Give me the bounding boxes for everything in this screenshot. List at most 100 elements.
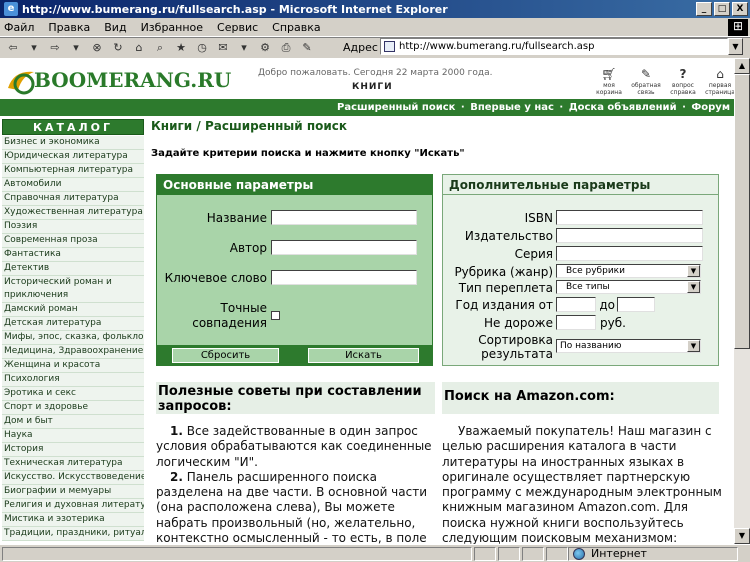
menu-help[interactable]: Справка	[272, 21, 320, 34]
address-url: http://www.bumerang.ru/fullsearch.asp	[399, 41, 595, 52]
print-icon[interactable]: ⎙	[277, 40, 295, 56]
close-button[interactable]: X	[732, 2, 748, 16]
address-input[interactable]: http://www.bumerang.ru/fullsearch.asp	[380, 38, 728, 55]
catalog-item[interactable]: Женщина и красота	[2, 359, 144, 373]
keyword-input[interactable]	[271, 270, 417, 285]
tip-2: 2. Панель расширенного поиска разделена …	[156, 470, 432, 544]
mail-dropdown-icon[interactable]: ▾	[235, 40, 253, 56]
nav-advanced-search[interactable]: Расширенный поиск	[337, 102, 455, 113]
sort-label: Сортировка результата	[443, 333, 553, 361]
catalog-item[interactable]: Спорт и здоровье	[2, 401, 144, 415]
catalog-item[interactable]: Детская литература	[2, 317, 144, 331]
chevron-down-icon[interactable]: ▼	[687, 281, 700, 293]
menu-bar: Файл Правка Вид Избранное Сервис Справка	[0, 18, 750, 37]
catalog-item[interactable]: Искусство. Искусствоведение	[2, 471, 144, 485]
catalog-item[interactable]: Компьютерная литература	[2, 164, 144, 178]
page-title-books[interactable]: Книги	[151, 119, 192, 133]
search-icon[interactable]: ⌕	[151, 40, 169, 56]
scroll-down-icon[interactable]: ▼	[734, 528, 750, 544]
catalog-item[interactable]: Медицина, Здравоохранение	[2, 345, 144, 359]
vertical-scrollbar[interactable]: ▲ ▼	[734, 58, 750, 544]
series-input[interactable]	[556, 246, 703, 261]
status-cell	[522, 546, 544, 561]
home-page-link[interactable]: ⌂ первая страница	[703, 66, 734, 96]
home-icon[interactable]: ⌂	[130, 40, 148, 56]
search-button[interactable]: Искать	[308, 348, 419, 363]
main-params-title: Основные параметры	[157, 175, 432, 195]
catalog-item[interactable]: Фантастика	[2, 248, 144, 262]
menu-tools[interactable]: Сервис	[217, 21, 258, 34]
minimize-button[interactable]: _	[696, 2, 712, 16]
catalog-item[interactable]: История	[2, 443, 144, 457]
feedback-link[interactable]: ✎ обратная связь	[629, 66, 663, 96]
catalog-item[interactable]: Справочная литература	[2, 192, 144, 206]
cart-link[interactable]: 🛒︎ моя корзина	[592, 66, 626, 96]
binding-select[interactable]: Все типы ▼	[556, 280, 701, 294]
amazon-body: Уважаемый покупатель! Наш магазин с цель…	[442, 424, 722, 544]
catalog-item[interactable]: Традиции, праздники, ритуалы	[2, 527, 144, 541]
catalog-item[interactable]: Наука	[2, 429, 144, 443]
title-input[interactable]	[271, 210, 417, 225]
catalog-item[interactable]: Юридическая литература	[2, 150, 144, 164]
nav-forum[interactable]: Форум	[691, 102, 730, 113]
catalog-item[interactable]: Религия и духовная литература	[2, 499, 144, 513]
catalog-item[interactable]: Дамский роман	[2, 303, 144, 317]
sort-select[interactable]: По названию ▼	[556, 339, 701, 353]
tip-1-text: Все задействованные в один запрос услови…	[156, 424, 432, 469]
exact-match-checkbox[interactable]	[271, 311, 280, 320]
nav-bar: Расширенный поиск · Впервые у нас · Доск…	[0, 99, 734, 116]
status-cell	[546, 546, 568, 561]
catalog-item[interactable]: Автомобили	[2, 178, 144, 192]
year-from-input[interactable]	[556, 297, 596, 312]
catalog-item[interactable]: Поэзия	[2, 220, 144, 234]
scroll-thumb[interactable]	[734, 74, 750, 349]
catalog-item[interactable]: Бизнес и экономика	[2, 136, 144, 150]
catalog-item[interactable]: Детектив	[2, 262, 144, 276]
favorites-icon[interactable]: ★	[172, 40, 190, 56]
catalog-item[interactable]: Художественная литература	[2, 206, 144, 220]
catalog-item[interactable]: Мистика и эзотерика	[2, 513, 144, 527]
price-input[interactable]	[556, 315, 596, 330]
catalog-item[interactable]: Исторический роман и приключения	[2, 276, 144, 303]
menu-favorites[interactable]: Избранное	[141, 21, 203, 34]
catalog-item[interactable]: Техническая литература	[2, 457, 144, 471]
catalog-item[interactable]: Биографии и мемуары	[2, 485, 144, 499]
menu-view[interactable]: Вид	[104, 21, 126, 34]
isbn-label: ISBN	[524, 211, 553, 225]
stop-icon[interactable]: ⊗	[88, 40, 106, 56]
chevron-down-icon[interactable]: ▼	[687, 340, 700, 352]
zone-label: Интернет	[591, 547, 647, 560]
nav-first-time[interactable]: Впервые у нас	[470, 102, 554, 113]
catalog-item[interactable]: Современная проза	[2, 234, 144, 248]
catalog-item[interactable]: Эротика и секс	[2, 387, 144, 401]
maximize-button[interactable]: □	[714, 2, 730, 16]
status-text-cell	[2, 546, 472, 561]
settings-icon[interactable]: ⚙	[256, 40, 274, 56]
reset-button[interactable]: Сбросить	[172, 348, 279, 363]
refresh-icon[interactable]: ↻	[109, 40, 127, 56]
menu-edit[interactable]: Правка	[48, 21, 90, 34]
address-dropdown-icon[interactable]: ▼	[728, 38, 743, 55]
rubric-select[interactable]: Все рубрики ▼	[556, 264, 701, 278]
window-title-bar: e http://www.bumerang.ru/fullsearch.asp …	[0, 0, 750, 18]
year-to-input[interactable]	[617, 297, 655, 312]
back-dropdown-icon[interactable]: ▾	[25, 40, 43, 56]
menu-file[interactable]: Файл	[4, 21, 34, 34]
scroll-up-icon[interactable]: ▲	[734, 58, 750, 74]
isbn-input[interactable]	[556, 210, 703, 225]
help-link[interactable]: ? вопрос справка	[666, 66, 700, 96]
back-icon[interactable]: ⇦	[4, 40, 22, 56]
forward-dropdown-icon[interactable]: ▾	[67, 40, 85, 56]
catalog-item[interactable]: Мифы, эпос, сказка, фольклор	[2, 331, 144, 345]
nav-board[interactable]: Доска объявлений	[569, 102, 677, 113]
author-input[interactable]	[271, 240, 417, 255]
boomerang-logo[interactable]: BOOMERANG.RU	[6, 66, 231, 102]
catalog-item[interactable]: Дом и быт	[2, 415, 144, 429]
mail-icon[interactable]: ✉	[214, 40, 232, 56]
history-icon[interactable]: ◷	[193, 40, 211, 56]
edit-icon[interactable]: ✎	[298, 40, 316, 56]
publisher-input[interactable]	[556, 228, 703, 243]
forward-icon[interactable]: ⇨	[46, 40, 64, 56]
catalog-item[interactable]: Психология	[2, 373, 144, 387]
chevron-down-icon[interactable]: ▼	[687, 265, 700, 277]
